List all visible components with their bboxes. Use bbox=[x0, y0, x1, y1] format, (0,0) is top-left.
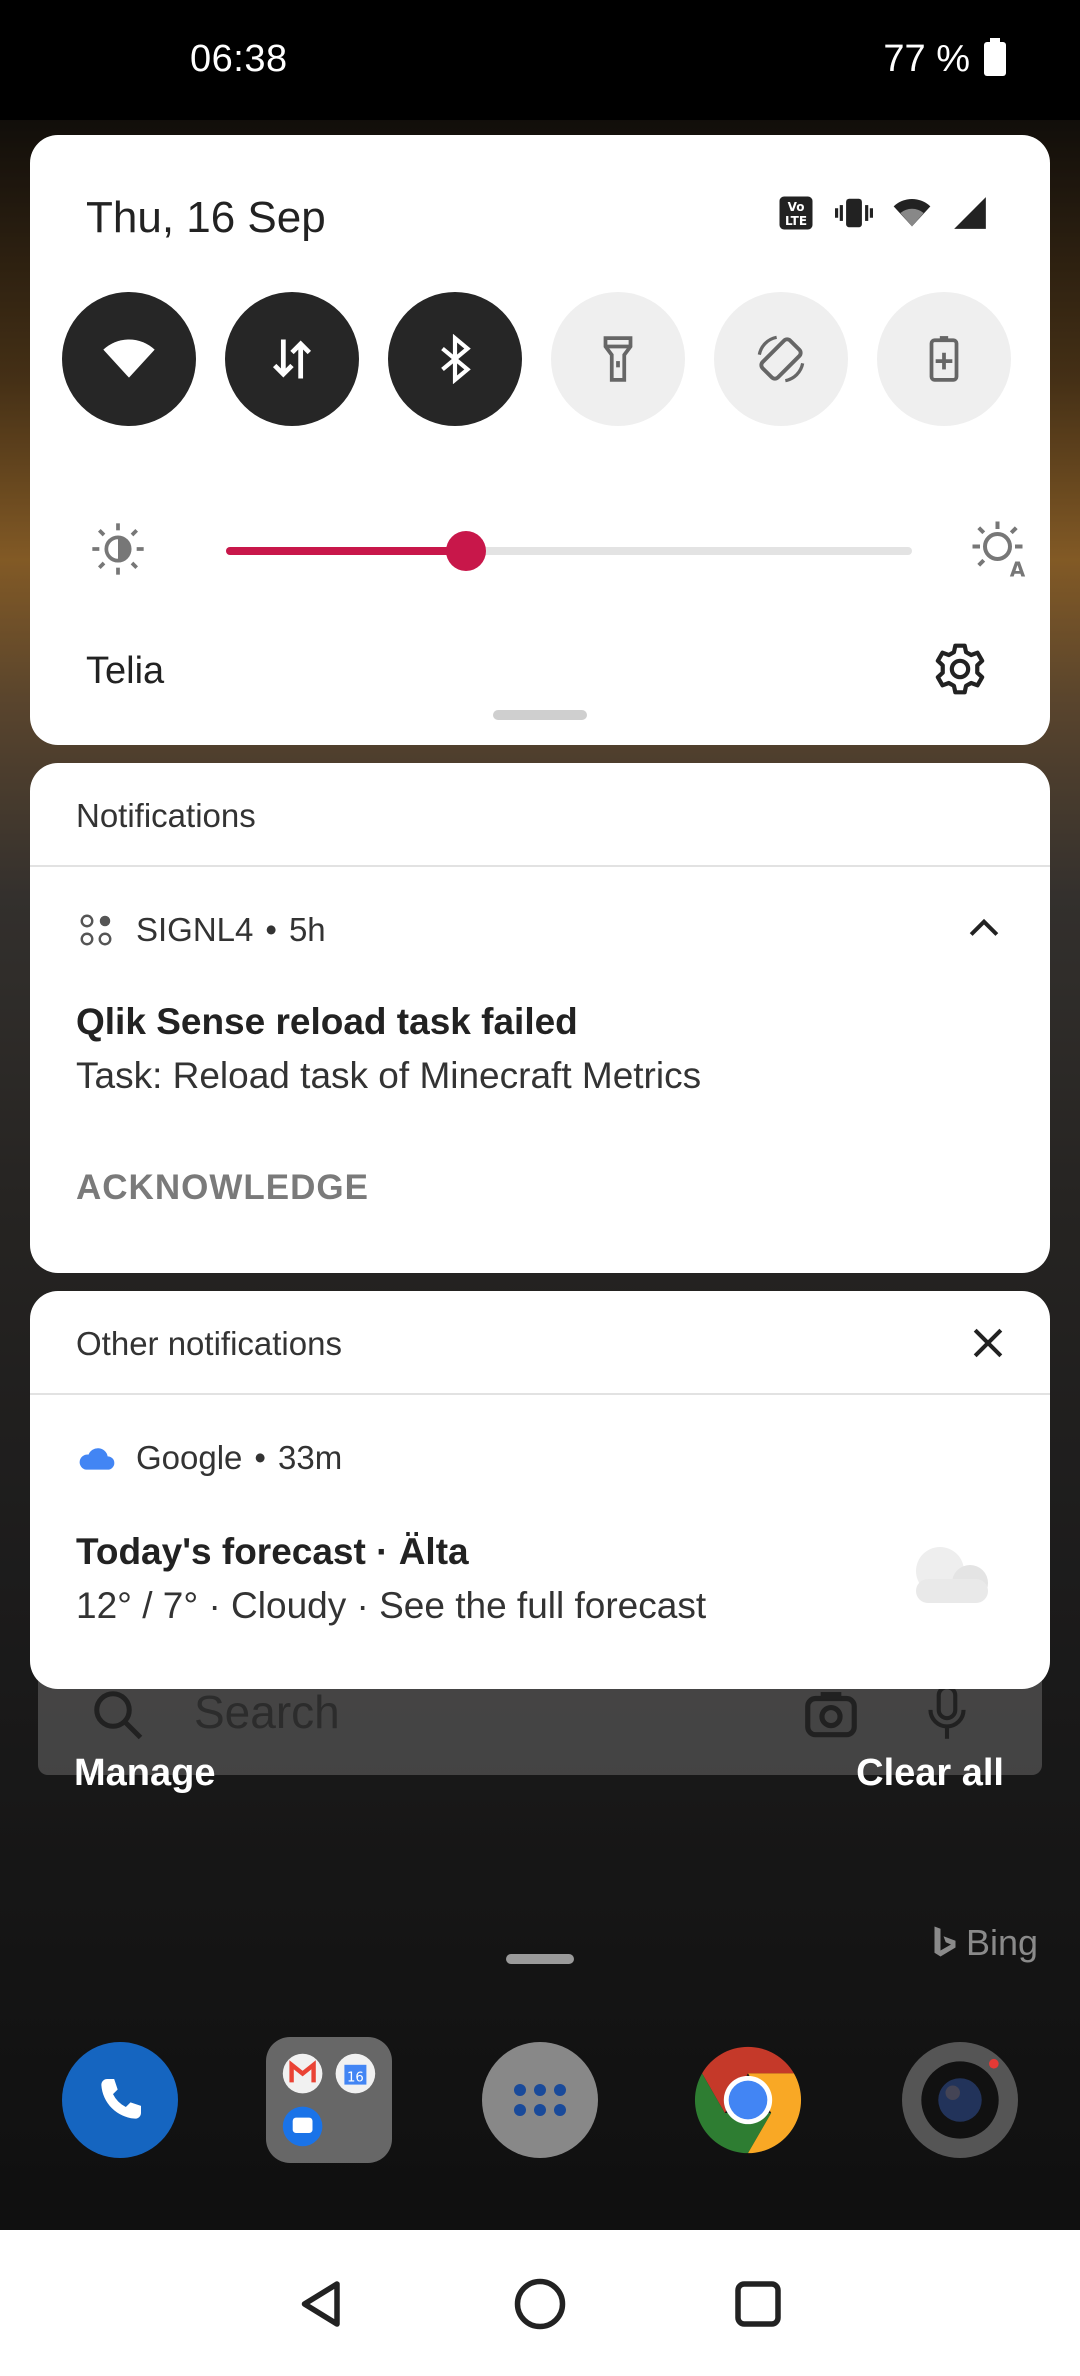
carrier-name: Telia bbox=[86, 650, 165, 692]
notifications-card: Notifications SIGNL4 • 5h Qlik Sense rel… bbox=[30, 763, 1050, 1273]
notifications-header-title: Notifications bbox=[76, 797, 256, 834]
vibrate-icon bbox=[834, 193, 874, 233]
recents-square-icon bbox=[735, 2281, 781, 2327]
notification-app-row: SIGNL4 • 5h bbox=[76, 905, 326, 955]
qs-date: Thu, 16 Sep bbox=[86, 193, 326, 242]
other-notifications-header: Other notifications bbox=[30, 1291, 1050, 1395]
battery-percentage: 77 % bbox=[883, 38, 970, 80]
flashlight-icon bbox=[603, 336, 633, 382]
bluetooth-icon bbox=[441, 334, 471, 384]
data-arrows-icon bbox=[272, 339, 312, 379]
notifications-header: Notifications bbox=[30, 763, 1050, 867]
brightness-slider[interactable] bbox=[226, 531, 912, 571]
notification-body: Task: Reload task of Minecraft Metrics bbox=[76, 1055, 702, 1096]
bing-label: Bing bbox=[965, 1922, 1038, 1963]
wifi-icon bbox=[103, 339, 155, 378]
back-icon bbox=[301, 2281, 340, 2327]
svg-text:Vo: Vo bbox=[788, 200, 805, 214]
svg-text:LTE: LTE bbox=[785, 214, 807, 228]
battery-saver-icon bbox=[929, 336, 959, 382]
separator-dot: • bbox=[265, 911, 277, 948]
notification-app-name: Google bbox=[136, 1439, 243, 1476]
tile-mobile-data[interactable] bbox=[225, 292, 359, 426]
notification-title: Today's forecast · Älta bbox=[76, 1531, 469, 1572]
home-drag-handle bbox=[506, 1954, 574, 1964]
bing-logo: Bing bbox=[930, 1922, 1038, 1964]
home-circle-icon bbox=[514, 2278, 566, 2330]
acknowledge-button[interactable]: ACKNOWLEDGE bbox=[76, 1168, 369, 1208]
clear-all-button[interactable]: Clear all bbox=[856, 1752, 1004, 1795]
signl4-app-icon bbox=[76, 910, 116, 950]
folder-icon[interactable]: 16 bbox=[266, 2037, 392, 2163]
chevron-up-icon[interactable] bbox=[962, 907, 1006, 951]
volte-icon: Vo LTE bbox=[776, 193, 816, 233]
qs-status-indicators: Vo LTE bbox=[776, 191, 990, 235]
tile-battery-saver[interactable] bbox=[877, 292, 1011, 426]
tile-auto-rotate[interactable] bbox=[714, 292, 848, 426]
camera-icon[interactable] bbox=[902, 2042, 1018, 2158]
brightness-low-icon bbox=[92, 523, 144, 575]
qs-drag-handle[interactable] bbox=[493, 710, 587, 720]
phone-icon[interactable] bbox=[62, 2042, 178, 2158]
svg-text:16: 16 bbox=[347, 2070, 364, 2085]
cell-signal-icon bbox=[950, 193, 990, 233]
wifi-icon bbox=[892, 193, 932, 233]
quick-tiles bbox=[62, 292, 1022, 428]
home-button[interactable] bbox=[508, 2272, 572, 2336]
svg-text:A: A bbox=[1010, 558, 1026, 580]
notification-title: Qlik Sense reload task failed bbox=[76, 1001, 578, 1042]
tile-bluetooth[interactable] bbox=[388, 292, 522, 426]
notification-age: 5h bbox=[288, 911, 326, 948]
bing-icon bbox=[934, 1926, 956, 1957]
close-icon[interactable] bbox=[966, 1321, 1010, 1365]
tile-flashlight[interactable] bbox=[551, 292, 685, 426]
brightness-slider-thumb[interactable] bbox=[446, 531, 487, 571]
notification-app-name: SIGNL4 bbox=[136, 911, 254, 948]
cloudy-icon bbox=[916, 1547, 988, 1603]
other-notifications-card: Other notifications Google • 33m Today's… bbox=[30, 1291, 1050, 1689]
notification-age: 33m bbox=[277, 1439, 343, 1476]
quick-settings-panel: Thu, 16 Sep Vo LTE A Telia bbox=[30, 135, 1050, 745]
notification-body: 12° / 7° · Cloudy · See the full forecas… bbox=[76, 1585, 707, 1626]
manage-button[interactable]: Manage bbox=[74, 1752, 215, 1795]
brightness-control: A bbox=[90, 515, 1030, 585]
tile-wifi[interactable] bbox=[62, 292, 196, 426]
navigation-bar bbox=[0, 2230, 1080, 2376]
notification-app-row: Google • 33m bbox=[76, 1433, 342, 1483]
status-time: 06:38 bbox=[190, 38, 288, 80]
recents-button[interactable] bbox=[726, 2272, 790, 2336]
auto-brightness-icon[interactable]: A bbox=[970, 519, 1030, 579]
brightness-slider-fill bbox=[226, 547, 467, 555]
separator-dot: • bbox=[254, 1439, 266, 1476]
rotate-icon bbox=[757, 335, 805, 383]
chrome-icon[interactable] bbox=[690, 2042, 806, 2158]
battery-icon bbox=[984, 38, 1006, 76]
back-button[interactable] bbox=[290, 2272, 354, 2336]
other-notifications-header-title: Other notifications bbox=[76, 1325, 342, 1362]
app-drawer-icon[interactable] bbox=[482, 2042, 598, 2158]
status-bar: 06:38 77 % bbox=[0, 0, 1080, 120]
google-weather-app-icon bbox=[76, 1438, 116, 1478]
settings-gear-icon[interactable] bbox=[932, 641, 988, 697]
